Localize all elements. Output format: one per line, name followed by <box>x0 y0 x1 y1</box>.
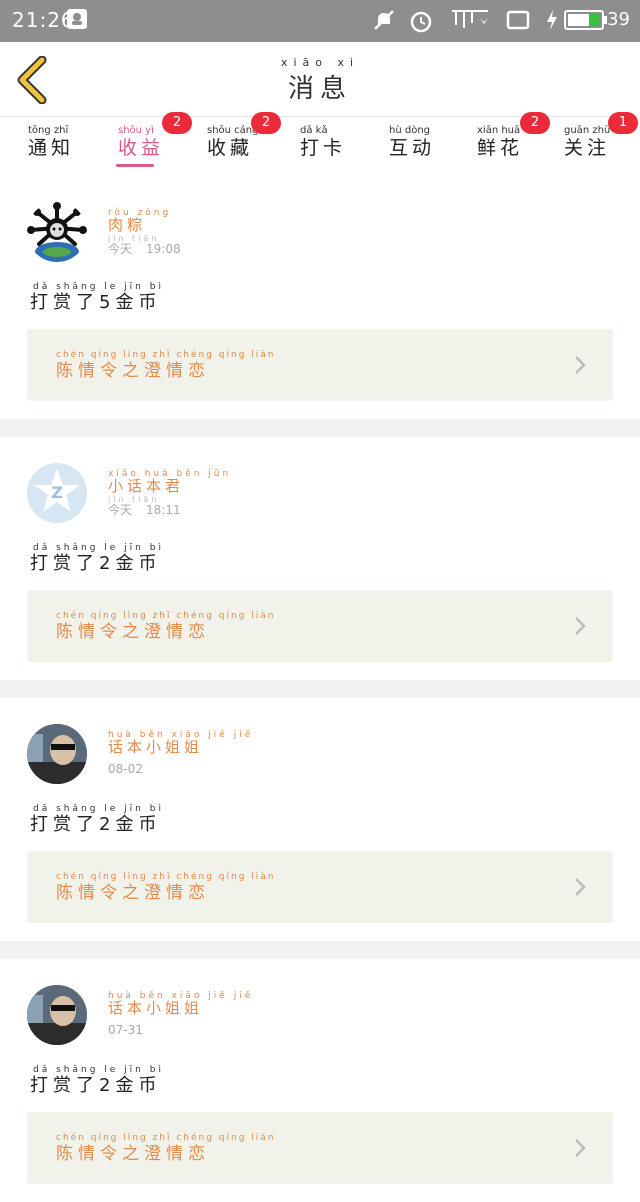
reward-text: 打赏了2金币 <box>30 553 162 574</box>
divider <box>0 419 640 437</box>
list-item: huà běn xiǎo jiě jiě 话本小姐姐 07-31 dǎ shǎn… <box>0 959 640 1202</box>
battery-level: 39 <box>607 9 630 30</box>
chevron-right-icon <box>575 356 586 374</box>
default-avatar-icon: Z <box>34 469 80 512</box>
tab-label: 互动 <box>389 137 436 159</box>
alarm-icon <box>408 8 434 38</box>
notification-icon <box>66 8 88 34</box>
reward-text: 打赏了2金币 <box>30 814 162 835</box>
time-label: 08-02 <box>108 762 143 776</box>
timestamp: 今天 18:11 <box>108 501 181 518</box>
photo-avatar-icon <box>27 985 87 1045</box>
username[interactable]: 话本小姐姐 <box>108 997 203 1018</box>
signal-icon <box>450 8 490 36</box>
date-label: 今天 <box>108 242 133 256</box>
mute-icon <box>372 8 396 36</box>
active-tab-indicator <box>116 164 154 167</box>
tab-label: 收益 <box>118 137 165 159</box>
avatar[interactable] <box>27 985 87 1045</box>
timestamp: 今天 19:08 <box>108 240 181 257</box>
divider <box>0 680 640 698</box>
list-item: huà běn xiǎo jiě jiě 话本小姐姐 08-02 dǎ shǎn… <box>0 698 640 941</box>
time-label: 18:11 <box>146 503 181 517</box>
source-story-link[interactable]: chén qíng lìng zhī chéng qíng liàn 陈情令之澄… <box>27 851 613 923</box>
charging-icon <box>544 8 560 36</box>
time-label: 19:08 <box>146 242 181 256</box>
avatar[interactable] <box>27 202 87 262</box>
tab-label: 关注 <box>564 137 611 159</box>
message-list: ròu zòng 肉粽 jīn tiān 今天 19:08 dǎ shǎng le… <box>0 176 640 1202</box>
tab-label: 打卡 <box>300 137 347 159</box>
list-item: Z xiǎo huà běn jūn 小话本君 jīn tiān 今天 18:11… <box>0 437 640 680</box>
reward-text: 打赏了5金币 <box>30 292 162 313</box>
battery-icon <box>564 8 608 36</box>
username[interactable]: 小话本君 <box>108 475 184 496</box>
divider <box>0 941 640 959</box>
header: xiāo xi 消息 <box>0 42 640 117</box>
time-label: 07-31 <box>108 1023 143 1037</box>
status-bar: 21:26 39 <box>0 0 640 42</box>
chevron-right-icon <box>575 878 586 896</box>
timestamp: 08-02 <box>108 762 143 776</box>
tab-label: 收藏 <box>207 137 254 159</box>
photo-avatar-icon <box>27 724 87 784</box>
source-story-link[interactable]: chén qíng lìng zhī chéng qíng liàn 陈情令之澄… <box>27 1112 613 1184</box>
tab-bar: tōng zhī 通知 shōu yì 收益 2 shōu cáng 收藏 2 … <box>0 112 640 173</box>
svg-text:Z: Z <box>51 483 63 502</box>
source-title: 陈情令之澄情恋 <box>56 361 210 381</box>
date-label: 今天 <box>108 503 133 517</box>
chevron-right-icon <box>575 617 586 635</box>
tab-label: 鲜花 <box>477 137 524 159</box>
cartoon-avatar-icon <box>27 202 87 262</box>
tab-badge: 2 <box>520 112 550 134</box>
timestamp: 07-31 <box>108 1023 143 1037</box>
source-story-link[interactable]: chén qíng lìng zhī chéng qíng liàn 陈情令之澄… <box>27 590 613 662</box>
source-title: 陈情令之澄情恋 <box>56 883 210 903</box>
avatar[interactable] <box>27 724 87 784</box>
source-title: 陈情令之澄情恋 <box>56 622 210 642</box>
page-title: 消息 <box>287 74 352 104</box>
source-story-link[interactable]: chén qíng lìng zhī chéng qíng liàn 陈情令之澄… <box>27 329 613 401</box>
list-item: ròu zòng 肉粽 jīn tiān 今天 19:08 dǎ shǎng le… <box>0 176 640 419</box>
tablet-icon <box>506 8 530 36</box>
tab-badge: 2 <box>251 112 281 134</box>
avatar[interactable]: Z <box>27 463 87 523</box>
username[interactable]: 肉粽 <box>108 214 146 235</box>
tab-badge: 1 <box>608 112 638 134</box>
reward-text: 打赏了2金币 <box>30 1075 162 1096</box>
username[interactable]: 话本小姐姐 <box>108 736 203 757</box>
tab-label: 通知 <box>28 137 75 159</box>
tab-badge: 2 <box>162 112 192 134</box>
source-title: 陈情令之澄情恋 <box>56 1144 210 1164</box>
chevron-right-icon <box>575 1139 586 1157</box>
